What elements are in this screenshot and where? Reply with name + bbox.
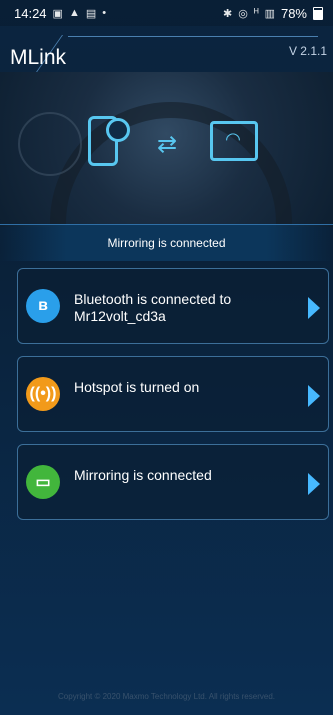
mirroring-card-label: Mirroring is connected <box>74 467 212 483</box>
calendar-icon: ▣ <box>52 7 63 20</box>
hotspot-card[interactable]: ((•)) Hotspot is turned on <box>17 356 329 432</box>
phone-signal-icon <box>106 118 130 142</box>
mirroring-icon: ▭ <box>26 465 60 499</box>
signal-icon: ᴴ <box>253 7 259 19</box>
bluetooth-card[interactable]: ʙ Bluetooth is connected to Mr12volt_cd3… <box>17 268 329 344</box>
hotspot-icon: ((•)) <box>26 377 60 411</box>
app-header: MLink V 2.1.1 <box>0 26 333 75</box>
chevron-right-icon <box>308 297 320 319</box>
chevron-right-icon <box>308 473 320 495</box>
bluetooth-icon: ✱ <box>223 7 233 20</box>
status-bar: 14:24 ▣ ▲ ▤ • ✱ ◎ ᴴ ▥ 78% <box>0 0 333 26</box>
connection-status-banner: Mirroring is connected <box>0 224 333 261</box>
dashboard-gauge-graphic <box>18 112 82 176</box>
bluetooth-card-label: Bluetooth is connected to Mr12volt_cd3a <box>74 291 232 324</box>
time-text: 14:24 <box>14 5 47 21</box>
status-right: ✱ ◎ ᴴ ▥ 78% <box>223 6 323 21</box>
copyright-text: Copyright © 2020 Maxmo Technology Ltd. A… <box>58 692 275 701</box>
image-icon: ▤ <box>85 7 97 20</box>
status-left: 14:24 ▣ ▲ ▤ • <box>14 6 106 21</box>
alert-icon: ▲ <box>68 7 80 19</box>
wifi-symbol-icon: ◜◝ <box>226 129 240 149</box>
dot-icon: • <box>102 7 107 19</box>
chevron-right-icon <box>308 385 320 407</box>
header-divider-line <box>68 36 318 37</box>
hero-banner: ⇄ ◜◝ <box>0 72 333 227</box>
wifi-icon: ▥ <box>264 7 275 20</box>
battery-text: 78% <box>280 5 307 21</box>
app-title: MLink <box>10 46 67 69</box>
app-version: V 2.1.1 <box>288 44 327 58</box>
mirroring-card[interactable]: ▭ Mirroring is connected <box>17 444 329 520</box>
mlink-screen: 14:24 ▣ ▲ ▤ • ✱ ◎ ᴴ ▥ 78% MLink V 2.1.1 … <box>0 0 333 715</box>
bluetooth-icon: ʙ <box>26 289 60 323</box>
nfc-icon: ◎ <box>238 7 248 20</box>
battery-icon <box>313 6 323 20</box>
hotspot-card-label: Hotspot is turned on <box>74 379 200 395</box>
transfer-arrows-icon: ⇄ <box>157 131 178 158</box>
